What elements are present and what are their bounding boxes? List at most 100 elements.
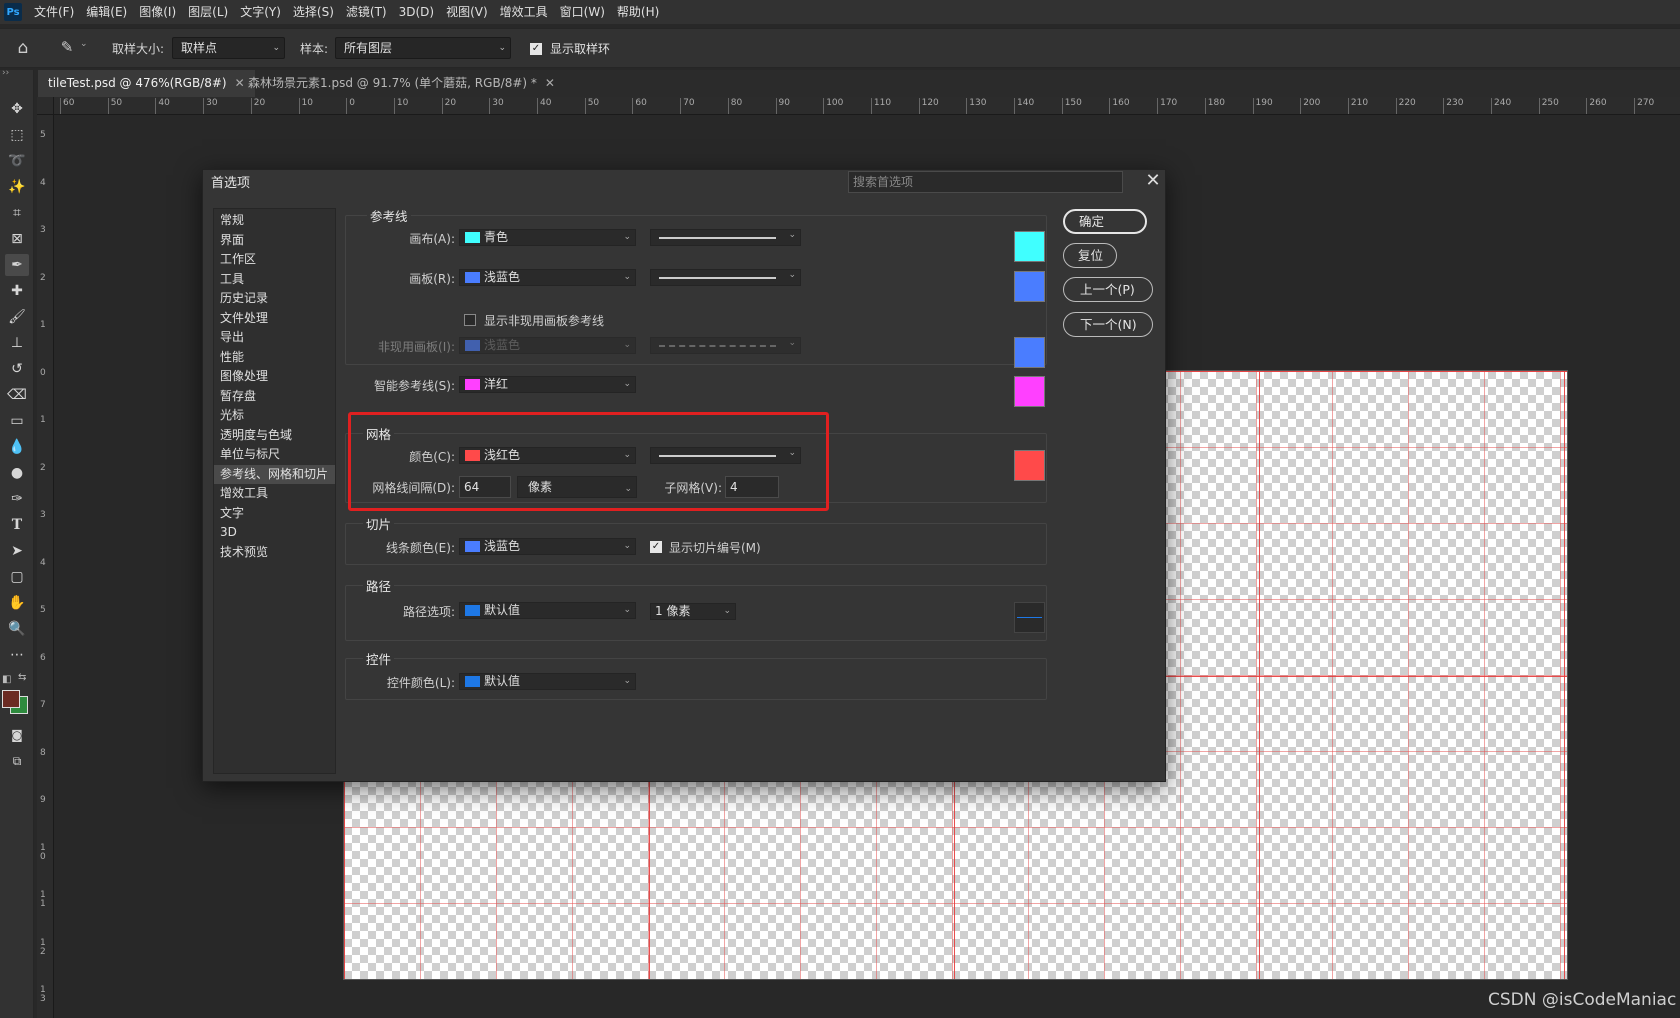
foreground-color-swatch[interactable] [2, 690, 20, 708]
chevron-down-icon: ⌄ [723, 606, 731, 616]
chevron-down-icon: ⌄ [623, 541, 631, 551]
menu-layer[interactable]: 图层(L) [182, 0, 234, 24]
nav-item[interactable]: 导出 [214, 328, 335, 348]
nav-item[interactable]: 参考线、网格和切片 [214, 464, 335, 484]
pen-tool-icon[interactable]: ✑ [5, 488, 29, 510]
menu-help[interactable]: 帮助(H) [611, 0, 665, 24]
gradient-tool-icon[interactable]: ▭ [5, 410, 29, 432]
nav-item[interactable]: 透明度与色域 [214, 426, 335, 446]
quick-mask-icon[interactable]: ◙ [5, 724, 29, 746]
reset-button[interactable]: 复位 [1063, 243, 1117, 268]
screen-mode-icon[interactable]: ⧉ [5, 750, 29, 772]
nav-item[interactable]: 技术预览 [214, 543, 335, 563]
smart-guides-color-select[interactable]: 洋红 ⌄ [459, 376, 636, 393]
nav-item[interactable]: 光标 [214, 406, 335, 426]
menu-filter[interactable]: 滤镜(T) [340, 0, 393, 24]
ruler-tick-label: 3 [40, 225, 46, 235]
nav-item[interactable]: 文件处理 [214, 309, 335, 329]
sample-select[interactable]: 所有图层 ⌄ [335, 37, 511, 59]
path-preview-swatch [1014, 602, 1045, 633]
smart-guides-color-swatch[interactable] [1014, 376, 1045, 407]
lasso-tool-icon[interactable]: ➰ [5, 150, 29, 172]
search-preferences-input[interactable]: 搜索首选项 [848, 171, 1123, 193]
menu-window[interactable]: 窗口(W) [554, 0, 611, 24]
control-color-select[interactable]: 默认值 ⌄ [459, 673, 636, 690]
eraser-tool-icon[interactable]: ⌫ [5, 384, 29, 406]
tool-preset-chevron-down-icon[interactable]: ⌄ [80, 39, 88, 49]
slice-line-color-select[interactable]: 浅蓝色 ⌄ [459, 538, 636, 555]
hand-tool-icon[interactable]: ✋ [5, 592, 29, 614]
canvas-guide-color-select[interactable]: 青色 ⌄ [459, 229, 636, 246]
nav-item[interactable]: 图像处理 [214, 367, 335, 387]
nav-item[interactable]: 3D [214, 523, 335, 543]
nav-item[interactable]: 单位与标尺 [214, 445, 335, 465]
previous-button[interactable]: 上一个(P) [1063, 277, 1153, 302]
nav-item[interactable]: 常规 [214, 211, 335, 231]
panel-collapse-icon[interactable]: ›› [2, 68, 9, 78]
crop-tool-icon[interactable]: ⌗ [5, 202, 29, 224]
path-width-select[interactable]: 1 像素 ⌄ [650, 603, 736, 620]
sample-label: 样本: [300, 42, 329, 56]
artboard-guide-style-select[interactable]: ⌄ [650, 269, 801, 286]
next-button[interactable]: 下一个(N) [1063, 312, 1153, 337]
healing-brush-tool-icon[interactable]: ✚ [5, 280, 29, 302]
ruler-tick-label: 150 [1061, 98, 1082, 114]
grid-color-swatch[interactable] [1014, 450, 1045, 481]
ok-button[interactable]: 确定 [1063, 209, 1147, 234]
path-color-select[interactable]: 默认值 ⌄ [459, 602, 636, 619]
nav-item[interactable]: 增效工具 [214, 484, 335, 504]
canvas-guide-style-select[interactable]: ⌄ [650, 229, 801, 246]
nav-item[interactable]: 历史记录 [214, 289, 335, 309]
sample-size-select[interactable]: 取样点 ⌄ [172, 37, 285, 59]
tab-forest-scene[interactable]: 森林场景元素1.psd @ 91.7% (单个蘑菇, RGB/8#) * ✕ [238, 70, 565, 97]
path-selection-tool-icon[interactable]: ➤ [5, 540, 29, 562]
chevron-down-icon: ⌄ [788, 230, 796, 240]
ruler-tick-label: 20 [441, 98, 456, 114]
marquee-tool-icon[interactable]: ⬚ [5, 124, 29, 146]
ruler-origin[interactable] [37, 97, 54, 115]
nav-item[interactable]: 工具 [214, 270, 335, 290]
magic-wand-tool-icon[interactable]: ✨ [5, 176, 29, 198]
more-tools-icon[interactable]: ⋯ [5, 644, 29, 666]
dodge-tool-icon[interactable]: ● [5, 462, 29, 484]
nav-item[interactable]: 性能 [214, 348, 335, 368]
home-icon[interactable]: ⌂ [12, 38, 34, 60]
artboard-guide-color-select[interactable]: 浅蓝色 ⌄ [459, 269, 636, 286]
close-icon[interactable]: ✕ [1141, 170, 1165, 194]
show-slice-numbers-checkbox[interactable]: ✓ [650, 541, 662, 553]
menu-3d[interactable]: 3D(D) [393, 0, 440, 24]
menu-file[interactable]: 文件(F) [28, 0, 80, 24]
eyedropper-tool-icon[interactable]: ✎ [56, 38, 78, 60]
frame-tool-icon[interactable]: ⊠ [5, 228, 29, 250]
artboard-guide-color-swatch[interactable] [1014, 271, 1045, 302]
menu-type[interactable]: 文字(Y) [234, 0, 287, 24]
menu-view[interactable]: 视图(V) [440, 0, 494, 24]
close-tab-icon[interactable]: ✕ [545, 76, 555, 90]
menu-edit[interactable]: 编辑(E) [80, 0, 133, 24]
type-tool-icon[interactable]: T [5, 514, 29, 536]
blur-tool-icon[interactable]: 💧 [5, 436, 29, 458]
swap-colors-icon[interactable]: ⇆ [18, 672, 26, 683]
ruler-tick-label: 230 [1443, 98, 1463, 114]
nav-item[interactable]: 文字 [214, 504, 335, 524]
nav-item[interactable]: 工作区 [214, 250, 335, 270]
canvas-guide-color-swatch[interactable] [1014, 231, 1045, 262]
default-colors-icon[interactable]: ◧ [2, 674, 11, 685]
tools-panel: ›› ✥ ⬚ ➰ ✨ ⌗ ⊠ ✒ ✚ 🖌 ⊥ ↺ ⌫ ▭ 💧 ● ✑ T ➤ ▢… [0, 68, 34, 1018]
brush-tool-icon[interactable]: 🖌 [5, 306, 29, 328]
menu-image[interactable]: 图像(I) [133, 0, 182, 24]
eyedropper-tool-icon[interactable]: ✒ [5, 254, 29, 276]
show-ring-checkbox[interactable]: ✓ [530, 43, 542, 55]
zoom-tool-icon[interactable]: 🔍 [5, 618, 29, 640]
nav-item[interactable]: 暂存盘 [214, 387, 335, 407]
tab-tiletest[interactable]: tileTest.psd @ 476%(RGB/8#) ✕ [38, 70, 255, 97]
menu-select[interactable]: 选择(S) [287, 0, 340, 24]
inactive-artboard-guide-color-swatch[interactable] [1014, 337, 1045, 368]
menu-plugins[interactable]: 增效工具 [494, 0, 554, 24]
show-inactive-artboard-guides-checkbox[interactable] [464, 314, 476, 326]
nav-item[interactable]: 界面 [214, 231, 335, 251]
rectangle-tool-icon[interactable]: ▢ [5, 566, 29, 588]
move-tool-icon[interactable]: ✥ [5, 98, 29, 120]
history-brush-tool-icon[interactable]: ↺ [5, 358, 29, 380]
clone-stamp-tool-icon[interactable]: ⊥ [5, 332, 29, 354]
